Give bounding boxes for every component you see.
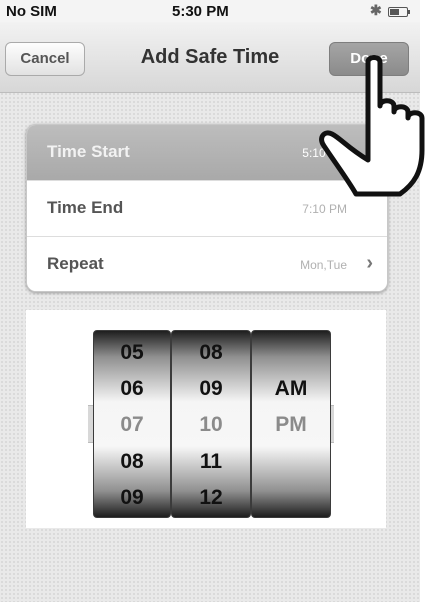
hour-item-selected[interactable]: 07 xyxy=(94,406,170,444)
ampm-wheel[interactable]: AM PM xyxy=(251,330,331,518)
minute-item-selected[interactable]: 10 xyxy=(172,406,250,444)
time-picker: 05 06 07 08 09 08 09 10 11 12 AM PM xyxy=(26,310,386,528)
repeat-value: Mon,Tue xyxy=(300,258,347,272)
pointing-hand-icon xyxy=(319,55,425,197)
time-end-value: 7:10 PM xyxy=(302,202,347,216)
chevron-right-icon: › xyxy=(366,252,373,274)
time-start-label: Time Start xyxy=(47,142,130,161)
minute-item[interactable]: 08 xyxy=(172,334,250,372)
hour-item[interactable]: 06 xyxy=(94,370,170,408)
carrier-label: No SIM xyxy=(6,3,57,20)
hour-item[interactable]: 09 xyxy=(94,479,170,517)
hour-wheel[interactable]: 05 06 07 08 09 xyxy=(93,330,171,518)
am-item[interactable]: AM xyxy=(252,370,330,408)
status-time: 5:30 PM xyxy=(172,3,229,20)
minute-item[interactable]: 09 xyxy=(172,370,250,408)
hour-item[interactable]: 08 xyxy=(94,443,170,481)
repeat-label: Repeat xyxy=(47,254,104,273)
hour-item[interactable]: 05 xyxy=(94,334,170,372)
status-bar: No SIM 5:30 PM ✱ xyxy=(0,0,420,22)
time-end-label: Time End xyxy=(47,198,124,217)
minute-item[interactable]: 11 xyxy=(172,443,250,481)
repeat-row[interactable]: Repeat Mon,Tue › xyxy=(27,237,387,291)
minute-item[interactable]: 12 xyxy=(172,479,250,517)
bluetooth-icon: ✱ xyxy=(370,2,382,18)
minute-wheel[interactable]: 08 09 10 11 12 xyxy=(171,330,251,518)
battery-icon xyxy=(388,7,410,17)
pm-item-selected[interactable]: PM xyxy=(252,406,330,444)
